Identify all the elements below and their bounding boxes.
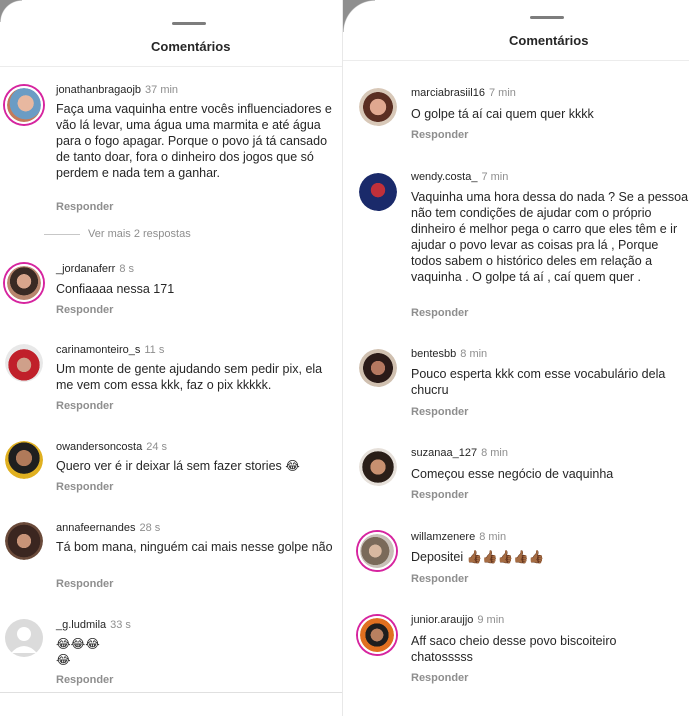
reply-button[interactable]: Responder <box>56 674 113 686</box>
username[interactable]: wendy.costa_ 7 min <box>411 171 508 183</box>
timestamp: 7 min <box>481 171 509 183</box>
timestamp: 8 min <box>460 348 488 360</box>
panel-title: Comentários <box>151 39 231 54</box>
username[interactable]: _jordanaferr 8 s <box>56 263 134 275</box>
timestamp: 7 min <box>488 87 516 99</box>
screen-corner <box>0 0 22 22</box>
default-avatar-icon[interactable] <box>5 619 43 657</box>
avatar[interactable] <box>359 448 397 486</box>
avatar[interactable] <box>5 441 43 479</box>
reply-button[interactable]: Responder <box>56 400 113 412</box>
comment-text: Aff saco cheio desse povo biscoiteiro ch… <box>411 634 617 664</box>
username[interactable]: willamzenere 8 min <box>411 531 506 543</box>
left-comments-panel: Comentários jonathanbragaojb 37 min Faça … <box>0 0 342 716</box>
avatar[interactable] <box>358 616 396 654</box>
reply-button[interactable]: Responder <box>56 578 113 590</box>
drag-handle[interactable] <box>172 22 206 25</box>
comment-text: Quero ver é ir deixar lá sem fazer stori… <box>56 459 300 473</box>
username[interactable]: bentesbb 8 min <box>411 348 487 360</box>
reply-button[interactable]: Responder <box>56 304 113 316</box>
username[interactable]: owandersoncosta 24 s <box>56 441 167 453</box>
comment-text: 😂😂😂 😂 <box>56 637 100 667</box>
avatar[interactable] <box>359 88 397 126</box>
username[interactable]: junior.araujjo 9 min <box>411 614 504 626</box>
comment-text: Um monte de gente ajudando sem pedir pix… <box>56 362 323 392</box>
reply-button[interactable]: Responder <box>411 489 468 501</box>
username[interactable]: carinamonteiro_s 11 s <box>56 344 164 356</box>
reply-button[interactable]: Responder <box>411 406 468 418</box>
avatar[interactable] <box>359 173 397 211</box>
drag-handle[interactable] <box>530 16 564 19</box>
username[interactable]: marciabrasiil16 7 min <box>411 87 516 99</box>
bottom-divider <box>0 692 342 693</box>
timestamp: 24 s <box>146 441 168 453</box>
comment-text: Faça uma vaquinha entre vocês influencia… <box>56 102 332 180</box>
right-comments-panel: Comentários marciabrasiil16 7 min O golpe… <box>343 0 689 716</box>
comment-text: Pouco esperta kkk com esse vocabulário d… <box>411 367 666 397</box>
comment-text: Confiaaaa nessa 171 <box>56 282 175 296</box>
timestamp: 33 s <box>110 619 131 631</box>
reply-button[interactable]: Responder <box>411 672 468 684</box>
reply-button[interactable]: Responder <box>411 307 468 319</box>
header-divider <box>343 60 689 61</box>
avatar[interactable] <box>5 86 43 124</box>
comment-text: Depositei 👍🏾👍🏾👍🏾👍🏾👍🏾 <box>411 550 545 564</box>
timestamp: 9 min <box>477 614 505 626</box>
timestamp: 11 s <box>144 344 165 356</box>
reply-button[interactable]: Responder <box>56 481 113 493</box>
reply-button[interactable]: Responder <box>411 573 468 585</box>
timestamp: 8 s <box>119 263 135 275</box>
avatar[interactable] <box>359 349 397 387</box>
header-divider <box>0 66 342 67</box>
reply-button[interactable]: Responder <box>56 201 113 213</box>
screen-corner <box>343 0 375 32</box>
avatar[interactable] <box>5 522 43 560</box>
timestamp: 28 s <box>139 522 161 534</box>
panel-title: Comentários <box>509 33 589 48</box>
avatar[interactable] <box>5 264 43 302</box>
reply-button[interactable]: Responder <box>411 129 468 141</box>
timestamp: 8 min <box>479 531 507 543</box>
username[interactable]: annafeernandes 28 s <box>56 522 160 534</box>
comment-text: Tá bom mana, ninguém cai mais nesse golp… <box>56 540 333 554</box>
comment-text: O golpe tá aí cai quem quer kkkk <box>411 107 594 121</box>
timestamp: 8 min <box>481 447 508 459</box>
username[interactable]: _g.ludmila 33 s <box>56 619 131 631</box>
username[interactable]: jonathanbragaojb 37 min <box>56 84 178 96</box>
timestamp: 37 min <box>145 84 179 96</box>
comment-text: Começou esse negócio de vaquinha <box>411 467 614 481</box>
more-replies-line <box>44 234 80 235</box>
view-more-replies-button[interactable]: Ver mais 2 respostas <box>88 228 191 240</box>
avatar[interactable] <box>358 532 396 570</box>
avatar[interactable] <box>5 344 43 382</box>
username[interactable]: suzanaa_127 8 min <box>411 447 508 459</box>
comment-text: Vaquinha uma hora dessa do nada ? Se a p… <box>411 190 689 284</box>
